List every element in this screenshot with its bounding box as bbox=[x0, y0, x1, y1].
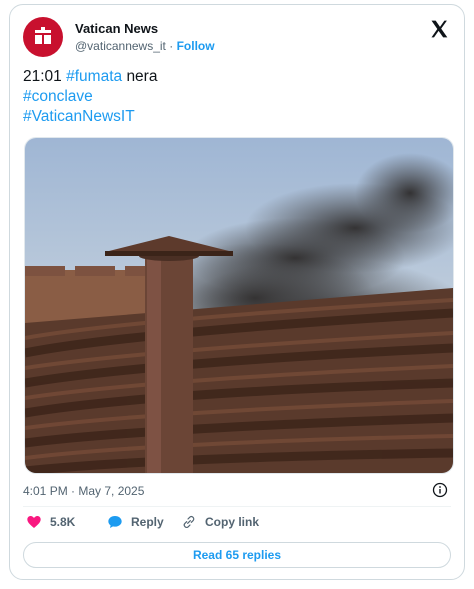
tweet-text: 21:01 #fumata nera #conclave #VaticanNew… bbox=[23, 67, 157, 127]
tweet-line-1: 21:01 #fumata nera bbox=[23, 67, 157, 87]
action-bar: 5.8K Reply Copy link bbox=[23, 514, 451, 534]
copy-link-label: Copy link bbox=[205, 515, 260, 529]
speech-bubble-icon bbox=[108, 516, 122, 528]
divider bbox=[23, 506, 451, 507]
author-name[interactable]: Vatican News bbox=[75, 21, 158, 36]
hashtag-conclave[interactable]: #conclave bbox=[23, 87, 157, 107]
reply-button[interactable]: Reply bbox=[107, 514, 164, 530]
tweet-header: Vatican News @vaticannews_it · Follow bbox=[23, 17, 451, 57]
read-replies-button[interactable]: Read 65 replies bbox=[23, 542, 451, 568]
timestamp-row: 4:01 PM · May 7, 2025 bbox=[23, 482, 451, 502]
follow-button[interactable]: Follow bbox=[177, 39, 215, 53]
tweet-card[interactable]: Vatican News @vaticannews_it · Follow 21… bbox=[9, 4, 465, 580]
timestamp[interactable]: 4:01 PM · May 7, 2025 bbox=[23, 484, 144, 498]
heart-icon bbox=[27, 516, 41, 528]
author-handle[interactable]: @vaticannews_it bbox=[75, 39, 166, 53]
tweet-word-nera: nera bbox=[126, 68, 158, 85]
copy-link-button[interactable]: Copy link bbox=[181, 514, 259, 530]
info-icon[interactable] bbox=[432, 482, 448, 498]
chimney-smoke-photo bbox=[25, 138, 453, 473]
x-logo-icon[interactable] bbox=[429, 19, 449, 39]
author-meta: @vaticannews_it · Follow bbox=[75, 39, 215, 53]
like-count: 5.8K bbox=[50, 515, 76, 529]
hashtag-fumata[interactable]: #fumata bbox=[66, 68, 122, 85]
time-text: 21:01 bbox=[23, 68, 62, 85]
reply-label: Reply bbox=[131, 515, 164, 529]
avatar[interactable] bbox=[23, 17, 63, 57]
hashtag-vaticannewsit[interactable]: #VaticanNewsIT bbox=[23, 107, 157, 127]
vatican-logo-icon bbox=[35, 27, 51, 44]
meta-separator: · bbox=[169, 39, 174, 53]
like-button[interactable]: 5.8K bbox=[26, 514, 75, 530]
tweet-image[interactable] bbox=[24, 137, 454, 474]
link-icon bbox=[183, 515, 195, 529]
